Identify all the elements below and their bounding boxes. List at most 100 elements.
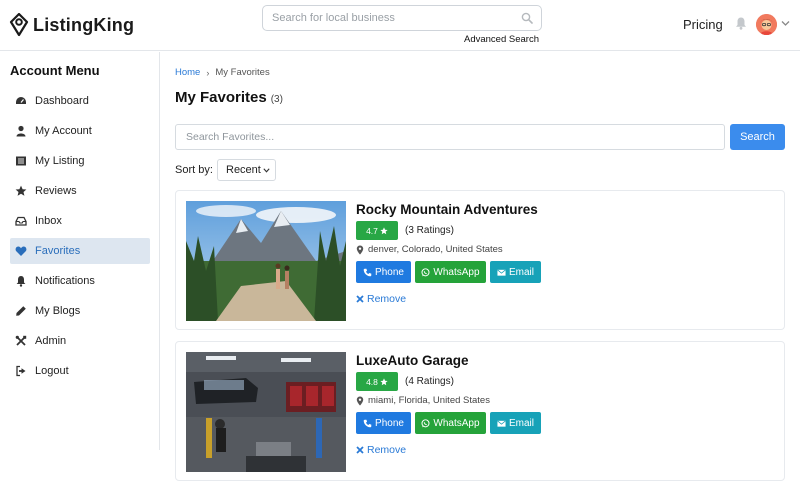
listing-image-mountain[interactable] xyxy=(186,201,346,321)
account-menu: Dashboard My Account My Listing Reviews … xyxy=(10,88,150,388)
chevron-down-icon xyxy=(263,168,270,173)
list-icon xyxy=(15,155,27,167)
email-button-label: Email xyxy=(508,266,534,278)
favorite-card: LuxeAuto Garage 4.8 (4 Ratings) miami, F… xyxy=(175,341,785,481)
chevron-down-icon[interactable] xyxy=(781,20,790,27)
business-search-box[interactable] xyxy=(262,5,542,31)
top-header: ListingKing Advanced Search Pricing xyxy=(0,0,800,51)
avatar[interactable] xyxy=(756,14,777,35)
rating-badge: 4.7 xyxy=(356,221,398,240)
page-title: My Favorites (3) xyxy=(175,89,283,106)
rating-badge: 4.8 xyxy=(356,372,398,391)
phone-button[interactable]: Phone xyxy=(356,261,411,283)
location-text: denver, Colorado, United States xyxy=(368,244,503,255)
business-search-input[interactable] xyxy=(272,6,512,30)
star-icon xyxy=(15,185,27,197)
sidebar-item-label: Favorites xyxy=(35,245,81,257)
breadcrumb-separator: › xyxy=(206,67,210,78)
close-icon xyxy=(356,295,364,303)
sidebar-item-my-listing[interactable]: My Listing xyxy=(10,148,150,174)
sidebar-item-label: My Listing xyxy=(35,155,85,167)
logo[interactable]: ListingKing xyxy=(9,13,134,37)
breadcrumb: Home › My Favorites xyxy=(175,67,270,78)
pricing-link[interactable]: Pricing xyxy=(683,17,723,32)
rating-value: 4.8 xyxy=(366,376,378,387)
star-icon xyxy=(380,377,388,385)
tools-icon xyxy=(15,335,27,347)
favorite-card: Rocky Mountain Adventures 4.7 (3 Ratings… xyxy=(175,190,785,330)
sidebar-item-notifications[interactable]: Notifications xyxy=(10,268,150,294)
sidebar-item-reviews[interactable]: Reviews xyxy=(10,178,150,204)
bell-icon xyxy=(15,275,27,287)
listing-location: denver, Colorado, United States xyxy=(356,244,503,255)
envelope-icon xyxy=(497,269,506,276)
search-button[interactable]: Search xyxy=(730,124,785,150)
star-icon xyxy=(380,226,388,234)
whatsapp-icon xyxy=(421,267,430,276)
email-button[interactable]: Email xyxy=(490,412,541,434)
favorites-count: (3) xyxy=(270,94,283,105)
sidebar-item-label: Notifications xyxy=(35,275,95,287)
sidebar-item-dashboard[interactable]: Dashboard xyxy=(10,88,150,114)
user-icon xyxy=(15,125,27,137)
advanced-search-link[interactable]: Advanced Search xyxy=(464,34,539,45)
listing-image-garage[interactable] xyxy=(186,352,346,472)
favorites-search-box[interactable] xyxy=(175,124,725,150)
mountain-photo xyxy=(186,201,346,321)
breadcrumb-current: My Favorites xyxy=(215,67,270,78)
sidebar-item-label: Inbox xyxy=(35,215,62,227)
whatsapp-button[interactable]: WhatsApp xyxy=(415,412,486,434)
sidebar-item-label: My Blogs xyxy=(35,305,81,317)
sidebar-item-favorites[interactable]: Favorites xyxy=(10,238,150,264)
sidebar-item-label: Logout xyxy=(35,365,69,377)
sidebar-item-my-blogs[interactable]: My Blogs xyxy=(10,298,150,324)
search-icon[interactable] xyxy=(521,12,533,24)
avatar-face-icon xyxy=(756,14,777,35)
close-icon xyxy=(356,446,364,454)
sidebar-item-label: Reviews xyxy=(35,185,77,197)
sidebar-item-my-account[interactable]: My Account xyxy=(10,118,150,144)
sidebar-item-admin[interactable]: Admin xyxy=(10,328,150,354)
sidebar-item-inbox[interactable]: Inbox xyxy=(10,208,150,234)
whatsapp-button[interactable]: WhatsApp xyxy=(415,261,486,283)
listing-title[interactable]: Rocky Mountain Adventures xyxy=(356,202,538,217)
listing-title[interactable]: LuxeAuto Garage xyxy=(356,353,469,368)
remove-label: Remove xyxy=(367,444,407,456)
location-text: miami, Florida, United States xyxy=(368,395,490,406)
pencil-icon xyxy=(15,305,27,317)
sidebar-title: Account Menu xyxy=(10,63,100,78)
bell-icon[interactable] xyxy=(735,16,747,30)
sidebar-item-label: My Account xyxy=(35,125,92,137)
garage-photo xyxy=(186,352,346,472)
inbox-icon xyxy=(15,215,27,227)
map-marker-icon xyxy=(356,396,364,405)
listing-location: miami, Florida, United States xyxy=(356,395,490,406)
whatsapp-button-label: WhatsApp xyxy=(433,266,480,278)
breadcrumb-home-link[interactable]: Home xyxy=(175,67,200,78)
whatsapp-button-label: WhatsApp xyxy=(433,417,480,429)
phone-icon xyxy=(363,268,372,276)
phone-icon xyxy=(363,419,372,427)
page-title-text: My Favorites xyxy=(175,89,267,106)
remove-favorite-link[interactable]: Remove xyxy=(356,444,406,456)
rating-value: 4.7 xyxy=(366,225,378,236)
sidebar-item-logout[interactable]: Logout xyxy=(10,358,150,384)
ratings-count: (4 Ratings) xyxy=(405,376,454,387)
email-button-label: Email xyxy=(508,417,534,429)
favorites-search-input[interactable] xyxy=(176,125,706,149)
sidebar-item-label: Admin xyxy=(35,335,67,347)
phone-button[interactable]: Phone xyxy=(356,412,411,434)
sort-selected-value: Recent xyxy=(226,164,261,176)
sidebar-item-label: Dashboard xyxy=(35,95,89,107)
remove-favorite-link[interactable]: Remove xyxy=(356,293,406,305)
account-sidebar: Account Menu Dashboard My Account My Lis… xyxy=(0,52,160,450)
sort-label: Sort by: xyxy=(175,164,213,176)
logout-icon xyxy=(15,365,27,377)
map-marker-icon xyxy=(356,245,364,254)
ratings-count: (3 Ratings) xyxy=(405,225,454,236)
email-button[interactable]: Email xyxy=(490,261,541,283)
logo-text: ListingKing xyxy=(33,14,135,35)
location-pin-logo-icon xyxy=(9,13,29,37)
heart-icon xyxy=(15,245,27,257)
sort-select[interactable]: Recent xyxy=(217,159,276,181)
